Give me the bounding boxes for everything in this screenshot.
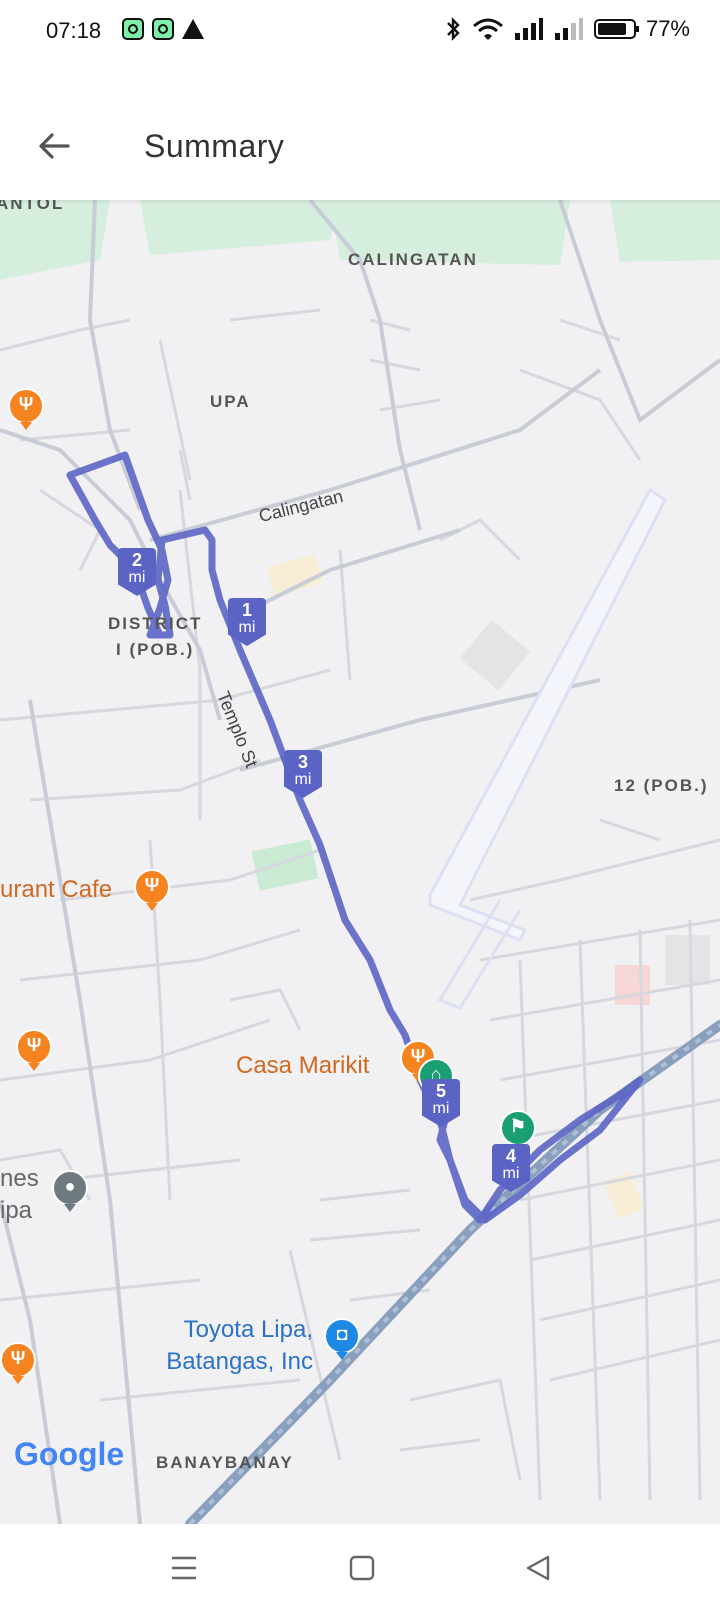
system-icons: 77% xyxy=(444,16,690,42)
battery-icon xyxy=(593,19,639,39)
restaurant-pin-icon[interactable]: Ψ xyxy=(16,1029,52,1065)
restaurant-pin-icon[interactable]: Ψ xyxy=(8,388,44,424)
back-arrow-icon[interactable] xyxy=(30,121,80,171)
place-homes-line1: nes xyxy=(0,1165,39,1192)
bluetooth-icon xyxy=(447,17,460,41)
restaurant-pin-icon[interactable]: Ψ xyxy=(0,1342,36,1378)
mile-unit: mi xyxy=(238,619,256,636)
mile-number: 1 xyxy=(241,600,252,620)
signal-icon xyxy=(554,18,583,40)
area-label-banaybanay: BANAYBANAY xyxy=(156,1453,294,1472)
mile-unit: mi xyxy=(432,1100,450,1117)
area-label-district: DISTRICT xyxy=(108,614,203,633)
place-toyota-line1: Toyota Lipa, xyxy=(183,1316,313,1343)
place-toyota-label: Toyota Lipa, Batangas, Inc xyxy=(148,1314,313,1378)
place-pin-icon[interactable]: ● xyxy=(52,1170,88,1206)
mile-unit: mi xyxy=(128,569,146,586)
mile-unit: mi xyxy=(502,1165,520,1182)
mile-number: 3 xyxy=(297,752,308,772)
mile-unit: mi xyxy=(294,771,312,788)
app-notification-icon xyxy=(122,18,144,40)
shopping-pin-icon[interactable]: ◘ xyxy=(324,1318,360,1354)
area-label-upa: UPA xyxy=(210,392,251,411)
place-homes-label: nes ipa xyxy=(0,1163,39,1227)
app-toolbar: Summary xyxy=(0,66,720,200)
area-label-12-poblacion: 12 (POB.) xyxy=(614,776,709,795)
menu-icon[interactable] xyxy=(164,1548,204,1588)
notification-icons xyxy=(122,18,204,40)
warning-icon xyxy=(182,19,204,39)
area-label-antol: ANTOL xyxy=(0,200,65,213)
status-time: 07:18 xyxy=(46,18,102,43)
area-label-poblacion: I (POB.) xyxy=(116,640,195,659)
area-label-calingatan: CALINGATAN xyxy=(348,250,478,269)
signal-icon xyxy=(514,18,543,40)
train-station-pin-icon[interactable]: ⚑ xyxy=(500,1110,536,1146)
page-title: Summary xyxy=(144,128,285,164)
place-casa-marikit-label: Casa Marikit xyxy=(236,1052,370,1079)
place-toyota-line2: Batangas, Inc xyxy=(166,1348,313,1375)
mile-number: 4 xyxy=(505,1146,516,1166)
app-notification-icon xyxy=(152,18,174,40)
route-map[interactable]: ANTOL CALINGATAN UPA DISTRICT I (POB.) 1… xyxy=(0,200,720,1524)
place-homes-line2: ipa xyxy=(0,1197,33,1224)
system-nav-bar xyxy=(0,1524,720,1612)
restaurant-pin-icon[interactable]: Ψ xyxy=(134,869,170,905)
place-cafe-label: urant Cafe xyxy=(0,876,113,903)
status-bar: 07:18 77% xyxy=(0,0,720,66)
map-canvas xyxy=(0,200,720,1524)
back-triangle-icon[interactable] xyxy=(518,1548,558,1588)
mile-number: 5 xyxy=(435,1081,446,1101)
google-logo: Google xyxy=(14,1436,125,1472)
mile-number: 2 xyxy=(131,550,142,570)
battery-percent: 77% xyxy=(645,16,690,41)
home-icon[interactable] xyxy=(342,1548,382,1588)
wifi-icon xyxy=(472,18,503,40)
